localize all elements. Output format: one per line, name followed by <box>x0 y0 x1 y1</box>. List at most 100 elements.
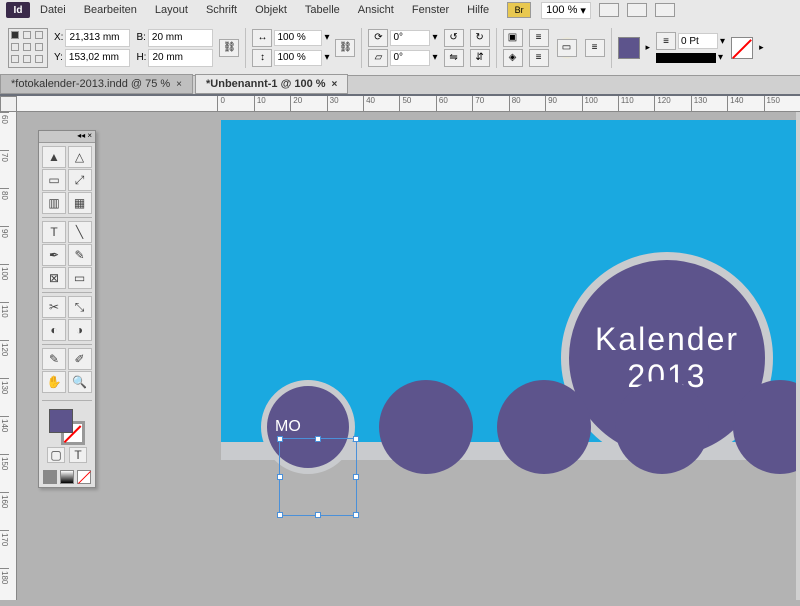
selection-box[interactable] <box>279 438 357 516</box>
shear-input[interactable] <box>390 50 430 66</box>
tab-unbenannt[interactable]: *Unbenannt-1 @ 100 %× <box>195 74 348 94</box>
align-center-icon[interactable]: ≡ <box>529 49 549 67</box>
day-circle[interactable] <box>615 380 709 474</box>
align-left-icon[interactable]: ≡ <box>529 29 549 47</box>
text-wrap-icon[interactable]: ▭ <box>557 39 577 57</box>
fill-color[interactable] <box>49 409 73 433</box>
rectangle-tool[interactable]: ▭ <box>68 267 92 289</box>
chevron-down-icon[interactable]: ▾ <box>718 52 723 63</box>
resize-handle[interactable] <box>315 512 321 518</box>
vertical-scrollbar[interactable] <box>796 112 800 600</box>
day-circle[interactable] <box>497 380 591 474</box>
page[interactable]: Kalender 2013 MO <box>221 120 800 460</box>
menu-help[interactable]: Hilfe <box>459 2 497 18</box>
flip-v-icon[interactable]: ⇵ <box>470 49 490 67</box>
reference-point[interactable] <box>8 28 48 68</box>
tools-panel[interactable]: ◂◂ × ▲ △ ▭ ⤢ ▥ ▦ T ╲ ✒ ✎ ⊠ ▭ ✂ ⤡ ◐ ◑ ✎ ✐… <box>38 130 96 488</box>
canvas[interactable]: Kalender 2013 MO <box>17 112 800 600</box>
tab-label: *fotokalender-2013.indd @ 75 % <box>11 78 170 90</box>
gradient-swatch-tool[interactable]: ◐ <box>42 319 66 341</box>
menu-type[interactable]: Schrift <box>198 2 245 18</box>
apply-gradient[interactable] <box>60 470 74 484</box>
chevron-right-icon[interactable]: ▸ <box>759 42 764 53</box>
stroke-style[interactable] <box>656 53 716 63</box>
type-tool[interactable]: T <box>42 221 66 243</box>
chevron-down-icon[interactable]: ▾ <box>720 36 725 47</box>
gradient-feather-tool[interactable]: ◑ <box>68 319 92 341</box>
fill-stroke-swatch[interactable] <box>49 409 85 445</box>
align-icon[interactable]: ≡ <box>585 39 605 57</box>
flip-h-icon[interactable]: ⇋ <box>444 49 464 67</box>
stroke-weight-input[interactable] <box>678 33 718 49</box>
arrange-icon[interactable] <box>655 3 675 17</box>
chevron-down-icon[interactable]: ▾ <box>432 32 437 43</box>
resize-handle[interactable] <box>353 474 359 480</box>
view-options-icon[interactable] <box>599 3 619 17</box>
constrain-icon[interactable]: ⛓ <box>219 39 239 57</box>
chevron-right-icon[interactable]: ▸ <box>646 42 651 53</box>
content-placer-tool[interactable]: ▦ <box>68 192 92 214</box>
formatting-container-icon[interactable]: ▢ <box>47 447 65 463</box>
resize-handle[interactable] <box>277 512 283 518</box>
ruler-origin[interactable] <box>0 96 17 112</box>
x-input[interactable] <box>65 29 130 47</box>
menu-table[interactable]: Tabelle <box>297 2 348 18</box>
apply-color[interactable] <box>43 470 57 484</box>
line-tool[interactable]: ╲ <box>68 221 92 243</box>
note-tool[interactable]: ✎ <box>42 348 66 370</box>
screen-mode-icon[interactable] <box>627 3 647 17</box>
rotate-ccw-icon[interactable]: ↺ <box>444 29 464 47</box>
menu-edit[interactable]: Bearbeiten <box>76 2 145 18</box>
page-tool[interactable]: ▭ <box>42 169 66 191</box>
pencil-tool[interactable]: ✎ <box>68 244 92 266</box>
vertical-ruler[interactable]: 60 70 80 90 100 110 120 130 140 150 160 … <box>0 112 17 600</box>
tab-fotokalender[interactable]: *fotokalender-2013.indd @ 75 % × <box>0 74 193 94</box>
panel-collapse[interactable]: ◂◂ × <box>39 131 95 143</box>
y-input[interactable] <box>65 49 130 67</box>
resize-handle[interactable] <box>353 512 359 518</box>
chevron-down-icon[interactable]: ▾ <box>432 52 437 63</box>
rectangle-frame-tool[interactable]: ⊠ <box>42 267 66 289</box>
constrain-scale-icon[interactable]: ⛓ <box>335 39 355 57</box>
zoom-level[interactable]: 100 % ▾ <box>541 2 591 19</box>
resize-handle[interactable] <box>277 436 283 442</box>
scissors-tool[interactable]: ✂ <box>42 296 66 318</box>
fill-swatch[interactable] <box>618 37 640 59</box>
selection-tool[interactable]: ▲ <box>42 146 66 168</box>
bridge-button[interactable]: Br <box>507 2 531 18</box>
stroke-swatch-none[interactable] <box>731 37 753 59</box>
ruler-tick: 120 <box>0 340 9 378</box>
eyedropper-tool[interactable]: ✐ <box>68 348 92 370</box>
menu-layout[interactable]: Layout <box>147 2 196 18</box>
resize-handle[interactable] <box>353 436 359 442</box>
width-input[interactable] <box>148 29 213 47</box>
pen-tool[interactable]: ✒ <box>42 244 66 266</box>
select-container-icon[interactable]: ▣ <box>503 29 523 47</box>
resize-handle[interactable] <box>315 436 321 442</box>
day-circle[interactable] <box>379 380 473 474</box>
hand-tool[interactable]: ✋ <box>42 371 66 393</box>
horizontal-ruler[interactable]: 0 10 20 30 40 50 60 70 80 90 100 110 120… <box>17 96 800 112</box>
chevron-down-icon[interactable]: ▾ <box>324 52 329 63</box>
zoom-tool[interactable]: 🔍 <box>68 371 92 393</box>
menu-view[interactable]: Ansicht <box>350 2 402 18</box>
chevron-down-icon[interactable]: ▾ <box>324 32 329 43</box>
resize-handle[interactable] <box>277 474 283 480</box>
scale-x-input[interactable] <box>274 30 322 46</box>
select-content-icon[interactable]: ◈ <box>503 49 523 67</box>
direct-selection-tool[interactable]: △ <box>68 146 92 168</box>
apply-none[interactable] <box>77 470 91 484</box>
close-icon[interactable]: × <box>176 79 182 90</box>
free-transform-tool[interactable]: ⤡ <box>68 296 92 318</box>
height-input[interactable] <box>148 49 213 67</box>
close-icon[interactable]: × <box>332 79 338 90</box>
menu-file[interactable]: Datei <box>32 2 74 18</box>
formatting-text-icon[interactable]: T <box>69 447 87 463</box>
gap-tool[interactable]: ⤢ <box>68 169 92 191</box>
menu-window[interactable]: Fenster <box>404 2 457 18</box>
rotate-cw-icon[interactable]: ↻ <box>470 29 490 47</box>
scale-y-input[interactable] <box>274 50 322 66</box>
content-collector-tool[interactable]: ▥ <box>42 192 66 214</box>
menu-object[interactable]: Objekt <box>247 2 295 18</box>
rotate-input[interactable] <box>390 30 430 46</box>
